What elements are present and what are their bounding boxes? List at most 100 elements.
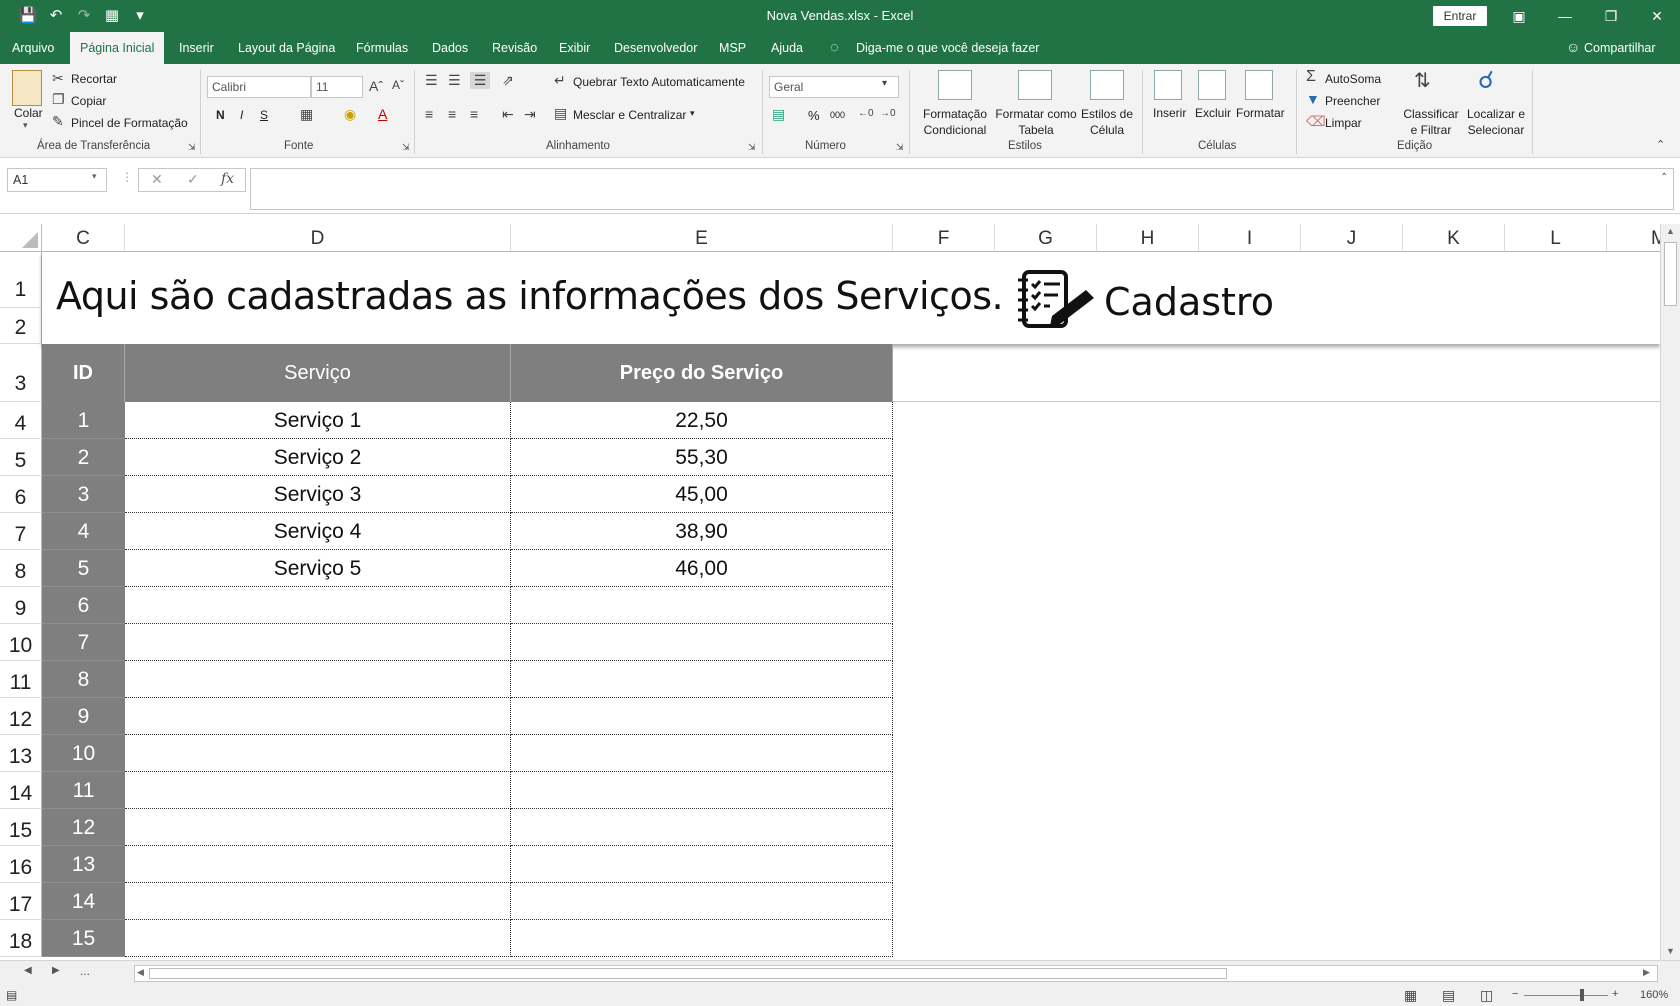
increase-decimal-icon[interactable]: ←0 [858, 108, 874, 119]
more-sheets-button[interactable]: ... [80, 964, 90, 978]
borders-icon[interactable]: ▦ [300, 106, 313, 123]
align-center-icon[interactable]: ≡ [448, 106, 456, 122]
decrease-indent-icon[interactable]: ⇤ [502, 106, 514, 123]
row-header-1[interactable]: 1 [0, 252, 42, 308]
format-painter-button[interactable]: Pincel de Formatação [71, 116, 188, 130]
price-cell[interactable] [511, 772, 893, 809]
column-header-m[interactable]: M [1607, 224, 1660, 252]
service-cell[interactable] [125, 698, 511, 735]
format-painter-icon[interactable]: ✎ [52, 113, 64, 130]
enter-icon[interactable]: ✓ [187, 171, 199, 188]
table-header-price[interactable]: Preço do Serviço [511, 344, 893, 402]
price-cell[interactable]: 22,50 [511, 402, 893, 439]
fill-button[interactable]: Preencher [1325, 94, 1380, 108]
price-cell[interactable] [511, 735, 893, 772]
zoom-slider-thumb[interactable] [1580, 989, 1584, 1001]
collapse-ribbon-icon[interactable]: ⌃ [1656, 138, 1665, 151]
row-header-5[interactable]: 5 [0, 439, 42, 476]
find-select-icon[interactable]: ☌ [1478, 66, 1494, 95]
clear-icon[interactable]: ⌫ [1306, 113, 1326, 130]
expand-formula-bar-icon[interactable]: ⌃ [1660, 172, 1668, 183]
price-cell[interactable]: 38,90 [511, 513, 893, 550]
row-header-17[interactable]: 17 [0, 883, 42, 920]
vertical-scrollbar[interactable]: ▲ ▼ [1660, 224, 1680, 960]
worksheet-grid[interactable]: C D E F G H I J K L M 1 2 3 4 5 6 7 8 9 … [0, 224, 1660, 960]
insert-function-button[interactable]: fx [221, 171, 234, 187]
row-header-6[interactable]: 6 [0, 476, 42, 513]
row-header-10[interactable]: 10 [0, 624, 42, 661]
tab-inserir[interactable]: Inserir [169, 32, 224, 64]
column-header-i[interactable]: I [1199, 224, 1301, 252]
row-header-2[interactable]: 2 [0, 308, 42, 344]
find-select-button[interactable]: Localizar e Selecionar [1464, 106, 1528, 138]
cell-styles-icon[interactable] [1090, 70, 1124, 100]
service-cell[interactable] [125, 809, 511, 846]
scroll-up-icon[interactable]: ▲ [1666, 226, 1675, 236]
clipboard-launcher-icon[interactable]: ⇲ [188, 142, 196, 153]
id-cell[interactable]: 14 [42, 883, 125, 920]
align-right-icon[interactable]: ≡ [470, 106, 478, 122]
comma-style-button[interactable]: 000 [830, 110, 845, 120]
tab-exibir[interactable]: Exibir [549, 32, 600, 64]
next-sheet-icon[interactable]: ▶ [52, 965, 60, 976]
grow-font-icon[interactable]: Aˆ [369, 78, 383, 94]
shrink-font-icon[interactable]: Aˇ [392, 78, 404, 92]
align-top-icon[interactable]: ☰ [425, 72, 438, 89]
row-header-13[interactable]: 13 [0, 735, 42, 772]
page-layout-view-icon[interactable]: ▤ [1442, 987, 1455, 1004]
price-cell[interactable] [511, 846, 893, 883]
format-cells-button[interactable]: Formatar [1236, 106, 1285, 120]
row-header-8[interactable]: 8 [0, 550, 42, 587]
service-cell[interactable] [125, 920, 511, 957]
merge-center-button[interactable]: Mesclar e Centralizar [573, 108, 686, 122]
column-header-h[interactable]: H [1097, 224, 1199, 252]
paste-icon[interactable] [12, 70, 42, 106]
tab-ajuda[interactable]: Ajuda [761, 32, 813, 64]
row-header-3[interactable]: 3 [0, 344, 42, 402]
ribbon-display-icon[interactable]: ▣ [1496, 4, 1542, 28]
row-header-9[interactable]: 9 [0, 587, 42, 624]
italic-button[interactable]: I [240, 108, 243, 122]
alignment-launcher-icon[interactable]: ⇲ [748, 142, 756, 153]
percent-style-button[interactable]: % [808, 108, 820, 123]
id-cell[interactable]: 9 [42, 698, 125, 735]
tab-formulas[interactable]: Fórmulas [346, 32, 418, 64]
horizontal-scroll-thumb[interactable] [149, 968, 1227, 979]
table-header-id[interactable]: ID [42, 344, 125, 402]
service-cell[interactable] [125, 846, 511, 883]
name-box-chevron-icon[interactable]: ▾ [92, 171, 97, 182]
cut-button[interactable]: Recortar [71, 72, 117, 86]
bold-button[interactable]: N [216, 108, 225, 122]
insert-cells-icon[interactable] [1154, 70, 1182, 100]
id-cell[interactable]: 1 [42, 402, 125, 439]
price-cell[interactable] [511, 587, 893, 624]
row-header-11[interactable]: 11 [0, 661, 42, 698]
font-color-icon[interactable]: A [378, 106, 387, 122]
scroll-down-icon[interactable]: ▼ [1666, 946, 1675, 956]
price-cell[interactable] [511, 809, 893, 846]
macro-record-icon[interactable]: ▤ [6, 988, 17, 1002]
service-cell[interactable] [125, 735, 511, 772]
service-cell[interactable] [125, 661, 511, 698]
scroll-right-icon[interactable]: ▶ [1643, 967, 1650, 978]
sort-filter-button[interactable]: Classificar e Filtrar [1400, 106, 1462, 138]
merge-chevron-icon[interactable]: ▾ [690, 108, 695, 119]
table-header-service[interactable]: Serviço [125, 344, 511, 402]
service-cell[interactable] [125, 587, 511, 624]
font-name-select[interactable]: Calibri [207, 76, 311, 98]
zoom-slider[interactable] [1524, 995, 1608, 996]
column-header-c[interactable]: C [42, 224, 125, 252]
delete-cells-button[interactable]: Excluir [1195, 106, 1231, 120]
increase-indent-icon[interactable]: ⇥ [524, 106, 536, 123]
sort-filter-icon[interactable]: ⇅ [1414, 68, 1431, 93]
column-header-e[interactable]: E [511, 224, 893, 252]
cell-styles-button[interactable]: Estilos de Célula [1080, 106, 1134, 138]
price-cell[interactable]: 45,00 [511, 476, 893, 513]
copy-icon[interactable]: ❐ [52, 91, 65, 108]
conditional-formatting-button[interactable]: Formatação Condicional [922, 106, 988, 138]
row-header-7[interactable]: 7 [0, 513, 42, 550]
paste-button[interactable]: Colar [14, 106, 43, 120]
column-header-g[interactable]: G [995, 224, 1097, 252]
tab-pagina-inicial[interactable]: Página Inicial [70, 32, 165, 64]
column-header-k[interactable]: K [1403, 224, 1505, 252]
